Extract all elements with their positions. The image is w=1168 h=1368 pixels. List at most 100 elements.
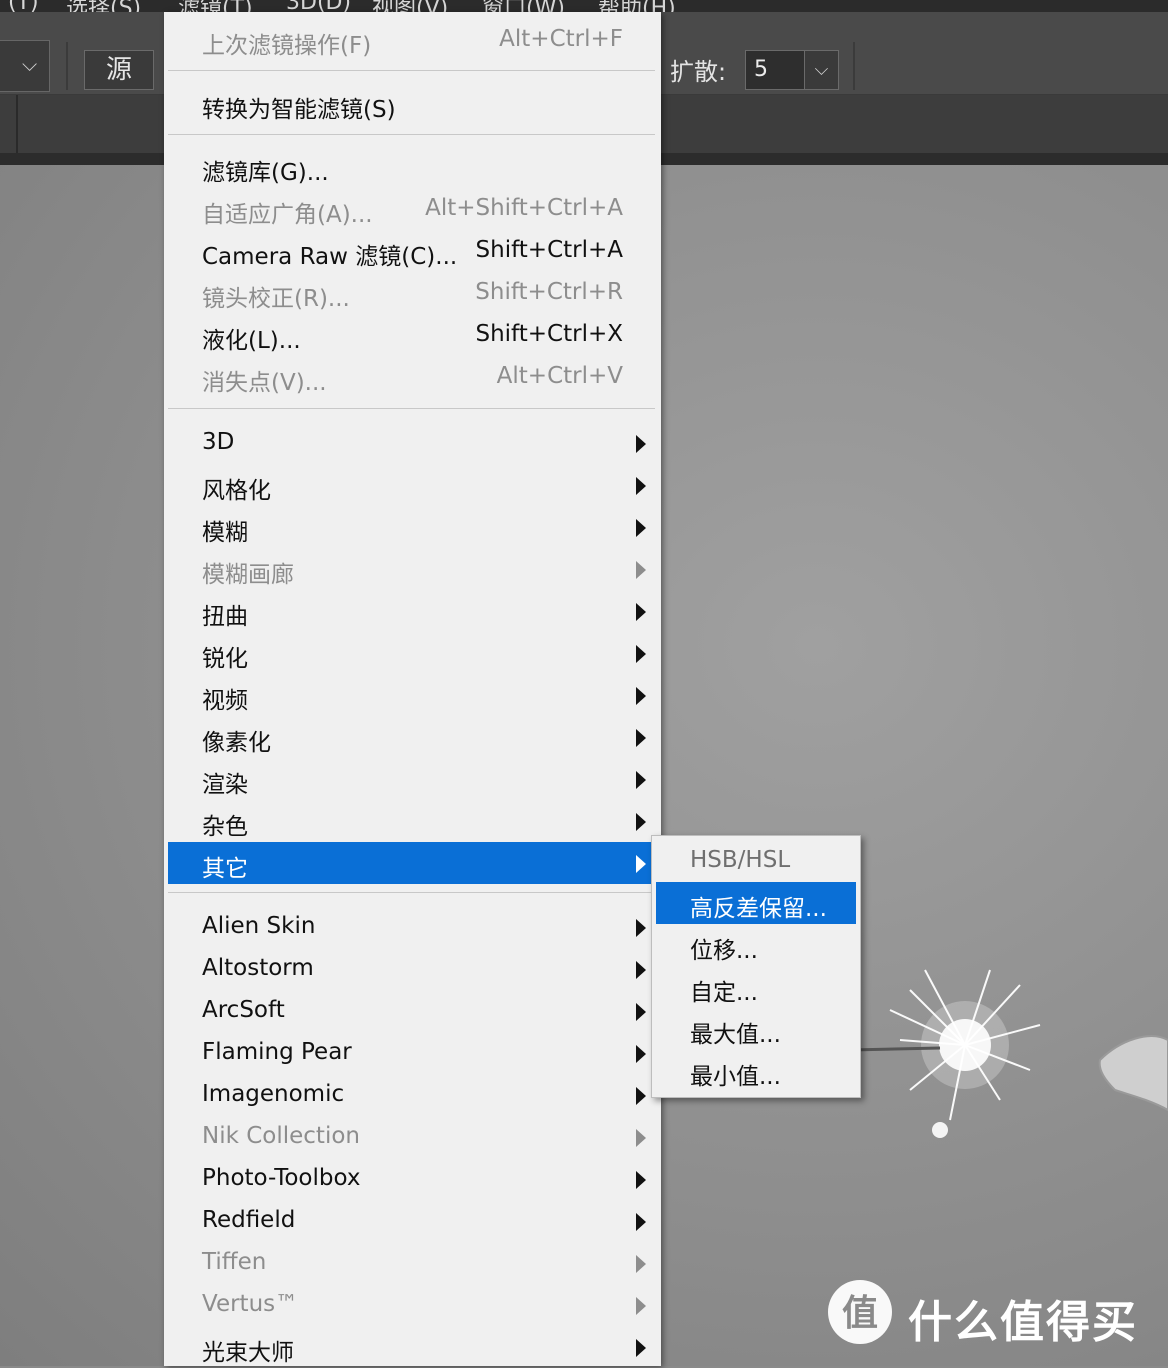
- menu-item-arcsoft[interactable]: ArcSoft: [168, 990, 655, 1032]
- menu-item-distort[interactable]: 扭曲: [168, 590, 655, 632]
- chevron-down-icon: ⌵: [814, 59, 829, 80]
- spread-dropdown[interactable]: ⌵: [805, 50, 839, 90]
- menu-item-adaptive-wide-angle[interactable]: 自适应广角(A)... Alt+Shift+Ctrl+A: [168, 188, 655, 230]
- submenu-arrow-icon: [636, 1087, 646, 1105]
- menu-item-sharpen[interactable]: 锐化: [168, 632, 655, 674]
- menu-item-shortcut: Alt+Shift+Ctrl+A: [425, 195, 623, 221]
- menu-item-partial[interactable]: (T): [8, 0, 39, 12]
- menu-item-liquify[interactable]: 液化(L)... Shift+Ctrl+X: [168, 314, 655, 356]
- menu-divider: [168, 134, 655, 135]
- tab-divider: [16, 95, 18, 153]
- menu-item-noise[interactable]: 杂色: [168, 800, 655, 842]
- menu-item-flaming-pear[interactable]: Flaming Pear: [168, 1032, 655, 1074]
- menu-item-blur[interactable]: 模糊: [168, 506, 655, 548]
- menu-item-view[interactable]: 视图(V): [372, 0, 448, 12]
- menu-item-shortcut: Shift+Ctrl+R: [475, 279, 623, 305]
- menu-item-shortcut: Shift+Ctrl+A: [475, 237, 623, 263]
- source-button[interactable]: 源: [84, 50, 154, 90]
- menu-divider: [168, 892, 655, 893]
- submenu-arrow-icon: [636, 645, 646, 663]
- menu-item-vanishing-point[interactable]: 消失点(V)... Alt+Ctrl+V: [168, 356, 655, 398]
- menu-divider: [168, 408, 655, 409]
- menu-item-label: Vertus™: [202, 1291, 299, 1317]
- menu-item-label: 自适应广角(A)...: [202, 202, 373, 228]
- menu-item-select[interactable]: 选择(S): [66, 0, 141, 12]
- submenu-item-minimum[interactable]: 最小值...: [656, 1050, 856, 1092]
- menu-item-label: 镜头校正(R)...: [202, 286, 350, 312]
- menu-item-blur-gallery[interactable]: 模糊画廊: [168, 548, 655, 590]
- menu-item-label: 位移...: [690, 938, 758, 964]
- menu-item-beam-master[interactable]: 光束大师: [168, 1326, 655, 1368]
- menu-item-label: Altostorm: [202, 955, 314, 981]
- menu-item-3d[interactable]: 3D(D): [286, 0, 351, 12]
- menu-item-lens-correction[interactable]: 镜头校正(R)... Shift+Ctrl+R: [168, 272, 655, 314]
- menu-item-label: 滤镜库(G)...: [202, 160, 329, 186]
- submenu-arrow-icon: [636, 603, 646, 621]
- menu-item-other[interactable]: 其它: [168, 842, 655, 884]
- menu-item-label: 3D: [202, 429, 235, 455]
- menu-item-last-filter[interactable]: 上次滤镜操作(F) Alt+Ctrl+F: [168, 19, 655, 61]
- menu-item-label: 扭曲: [202, 604, 248, 630]
- tool-preset-dropdown[interactable]: ⌵: [0, 40, 50, 92]
- menu-item-label: 锐化: [202, 646, 248, 672]
- submenu-arrow-icon: [636, 477, 646, 495]
- submenu-arrow-icon: [636, 1171, 646, 1189]
- menu-item-stylize[interactable]: 风格化: [168, 464, 655, 506]
- menu-item-label: ArcSoft: [202, 997, 285, 1023]
- menu-item-camera-raw[interactable]: Camera Raw 滤镜(C)... Shift+Ctrl+A: [168, 230, 655, 272]
- menu-item-label: 其它: [202, 856, 248, 882]
- menu-item-3d[interactable]: 3D: [168, 422, 655, 464]
- menu-item-convert-smart-filter[interactable]: 转换为智能滤镜(S): [168, 83, 655, 125]
- menu-item-pixelate[interactable]: 像素化: [168, 716, 655, 758]
- submenu-arrow-icon: [636, 1045, 646, 1063]
- submenu-arrow-icon: [636, 687, 646, 705]
- submenu-item-maximum[interactable]: 最大值...: [656, 1008, 856, 1050]
- menu-item-tiffen[interactable]: Tiffen: [168, 1242, 655, 1284]
- menu-item-label: 转换为智能滤镜(S): [202, 97, 396, 123]
- toolbar-divider: [853, 42, 855, 90]
- menu-item-nik-collection[interactable]: Nik Collection: [168, 1116, 655, 1158]
- menu-item-altostorm[interactable]: Altostorm: [168, 948, 655, 990]
- sparkler-image: [850, 969, 1168, 1138]
- menu-item-alien-skin[interactable]: Alien Skin: [168, 906, 655, 948]
- submenu-arrow-icon: [636, 771, 646, 789]
- menu-item-label: Redfield: [202, 1207, 296, 1233]
- submenu-item-high-pass[interactable]: 高反差保留...: [656, 882, 856, 924]
- menu-item-help[interactable]: 帮助(H): [598, 0, 676, 12]
- menu-item-photo-toolbox[interactable]: Photo-Toolbox: [168, 1158, 655, 1200]
- submenu-item-custom[interactable]: 自定...: [656, 966, 856, 1008]
- menu-item-label: 光束大师: [202, 1340, 294, 1366]
- menu-item-label: HSB/HSL: [690, 847, 791, 873]
- menu-item-video[interactable]: 视频: [168, 674, 655, 716]
- submenu-item-offset[interactable]: 位移...: [656, 924, 856, 966]
- menu-item-redfield[interactable]: Redfield: [168, 1200, 655, 1242]
- svg-text:值: 值: [842, 1293, 878, 1334]
- submenu-arrow-icon: [636, 855, 646, 873]
- spread-label: 扩散:: [670, 58, 727, 86]
- menu-item-label: 模糊: [202, 520, 248, 546]
- menu-item-label: 风格化: [202, 478, 271, 504]
- menu-item-filter-gallery[interactable]: 滤镜库(G)...: [168, 146, 655, 188]
- menu-bar: (T) 选择(S) 滤镜(T) 3D(D) 视图(V) 窗口(W) 帮助(H): [0, 0, 1168, 12]
- menu-item-label: Nik Collection: [202, 1123, 360, 1149]
- menu-item-label: 高反差保留...: [690, 896, 827, 922]
- menu-item-filter[interactable]: 滤镜(T): [178, 0, 253, 12]
- menu-item-imagenomic[interactable]: Imagenomic: [168, 1074, 655, 1116]
- menu-item-vertus[interactable]: Vertus™: [168, 1284, 655, 1326]
- submenu-arrow-icon: [636, 961, 646, 979]
- submenu-arrow-icon: [636, 1339, 646, 1357]
- menu-item-render[interactable]: 渲染: [168, 758, 655, 800]
- menu-item-shortcut: Shift+Ctrl+X: [475, 321, 623, 347]
- submenu-item-hsb-hsl[interactable]: HSB/HSL: [656, 840, 856, 882]
- submenu-arrow-icon: [636, 729, 646, 747]
- submenu-arrow-icon: [636, 813, 646, 831]
- menu-item-label: Photo-Toolbox: [202, 1165, 361, 1191]
- filter-menu: 上次滤镜操作(F) Alt+Ctrl+F 转换为智能滤镜(S) 滤镜库(G)..…: [164, 12, 661, 1366]
- menu-item-label: 视频: [202, 688, 248, 714]
- menu-item-label: 上次滤镜操作(F): [202, 33, 372, 59]
- chevron-down-icon: ⌵: [22, 52, 38, 76]
- spread-input[interactable]: 5: [745, 50, 805, 90]
- menu-divider: [168, 70, 655, 71]
- menu-item-window[interactable]: 窗口(W): [482, 0, 565, 12]
- watermark-text: 什么值得买: [908, 1297, 1138, 1348]
